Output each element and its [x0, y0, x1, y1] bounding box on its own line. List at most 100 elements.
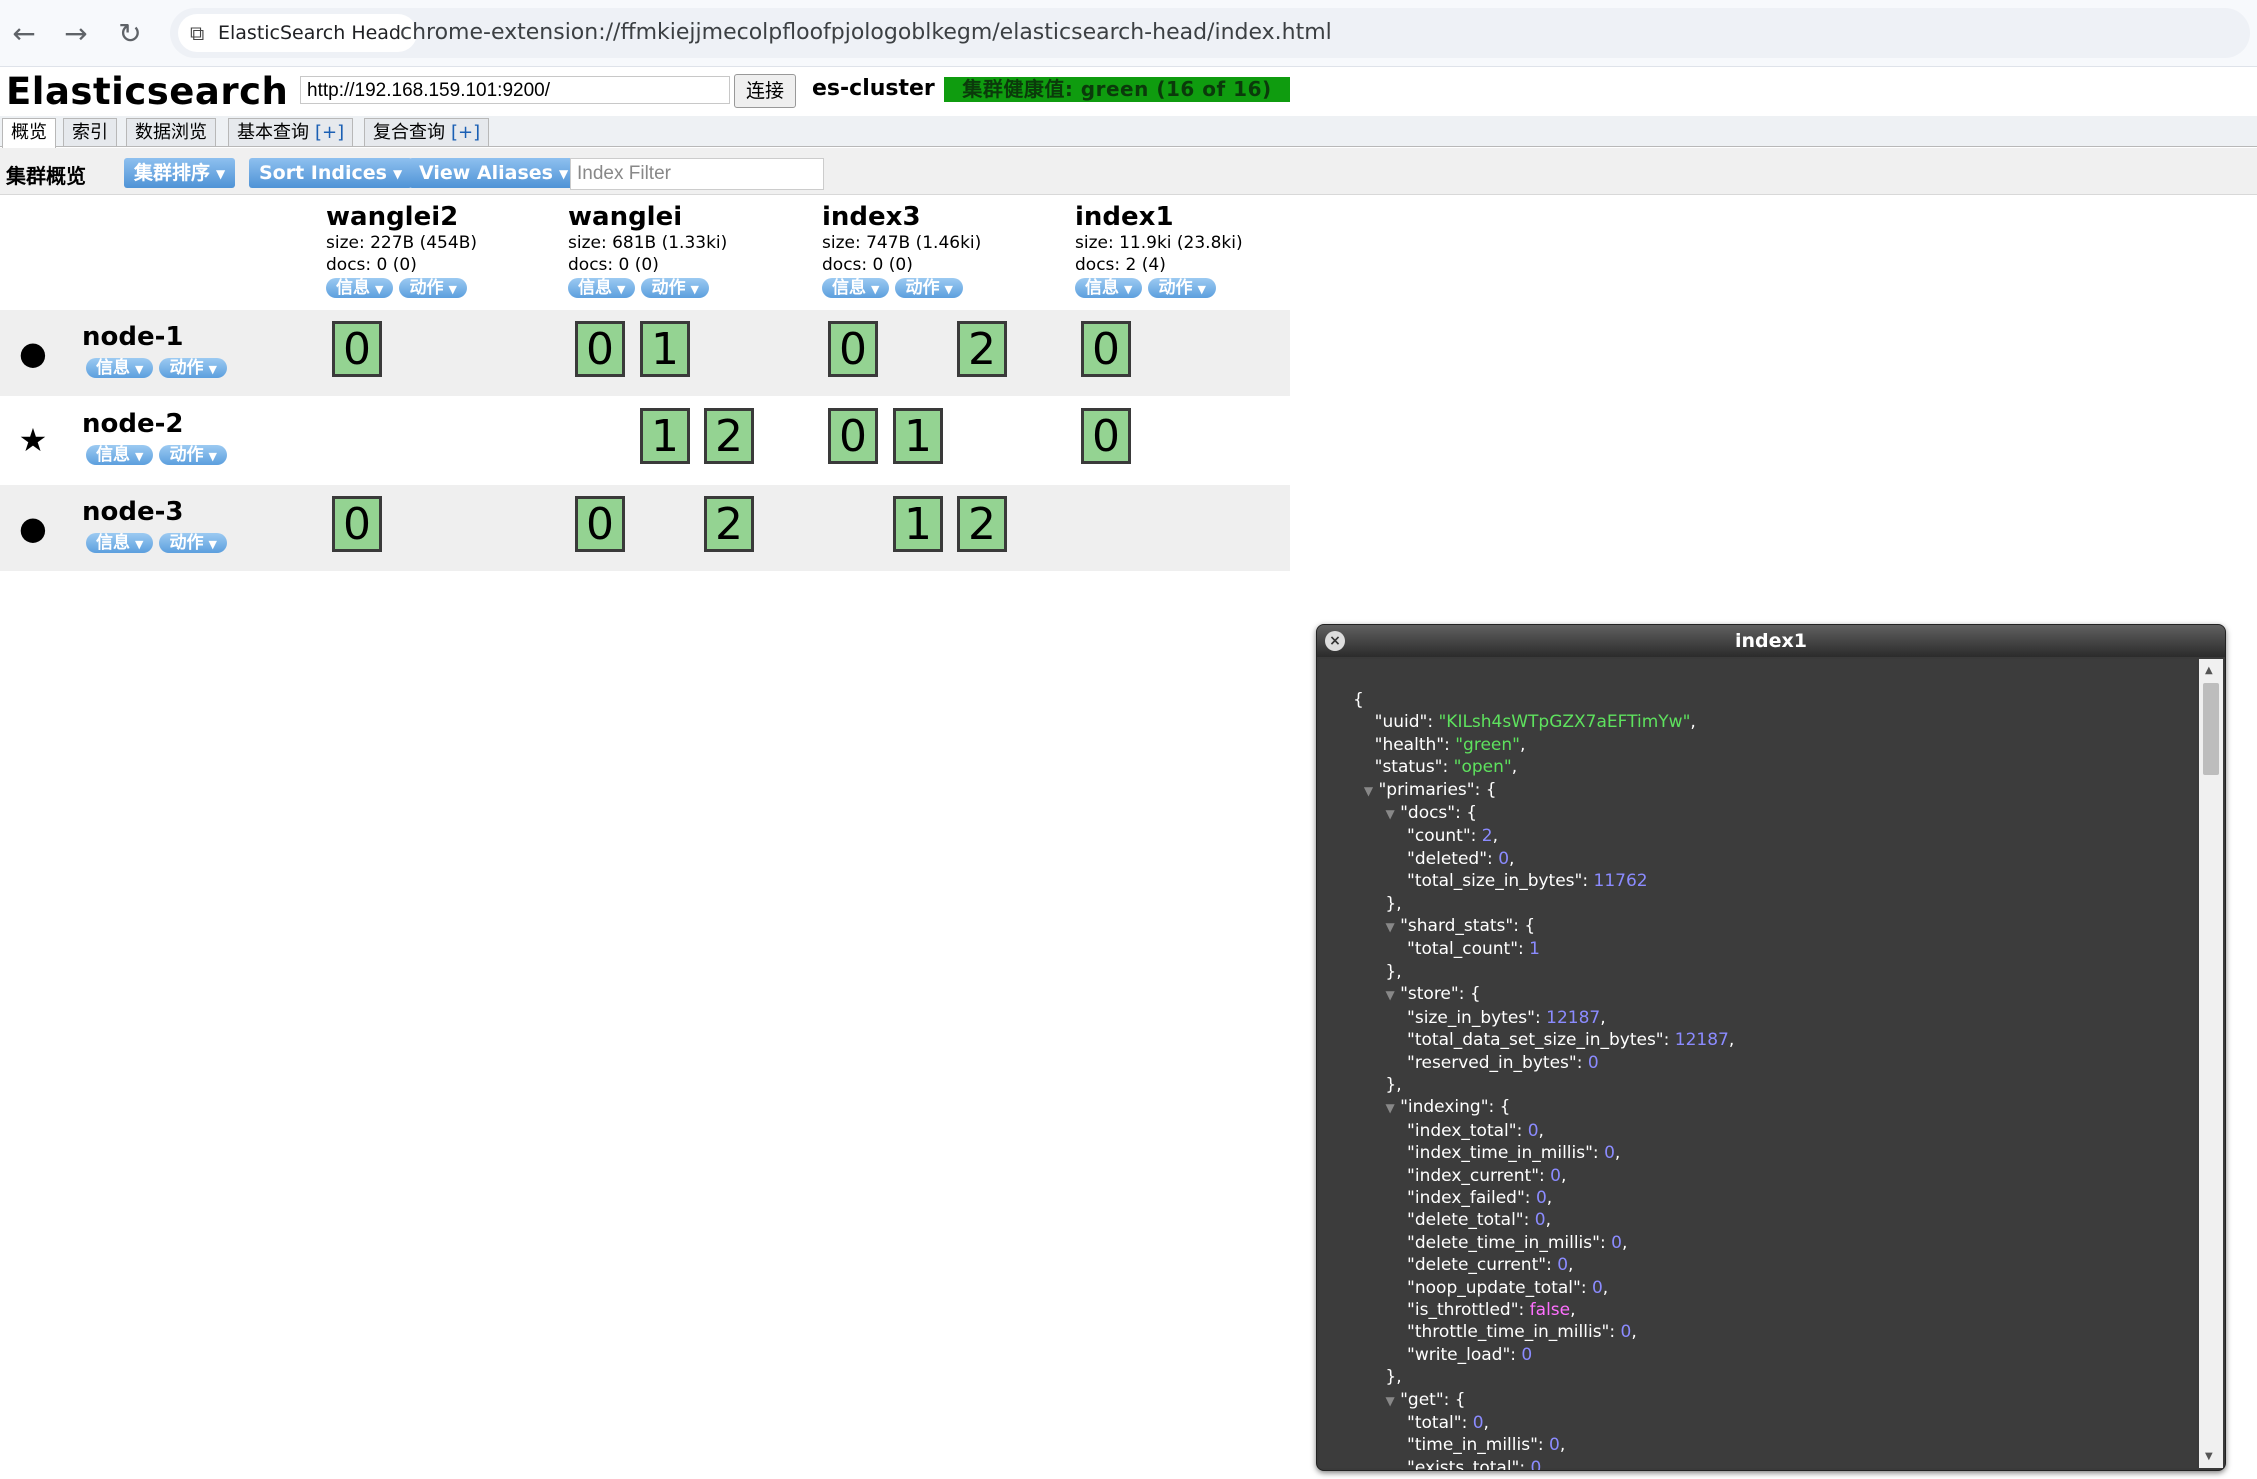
scroll-up-icon[interactable]: ▲ [2205, 665, 2213, 676]
address-url[interactable]: chrome-extension://ffmkiejjmecolpfloofpj… [400, 8, 1332, 58]
index-docs: docs: 2 (4) [1075, 255, 1166, 275]
close-icon[interactable]: × [1325, 631, 1345, 651]
node-name: node-1 [82, 322, 184, 352]
node-dot-icon: ● [19, 334, 47, 372]
app-title: Elasticsearch [6, 70, 289, 113]
node-name: node-3 [82, 497, 184, 527]
caret-down-icon: ▼ [690, 283, 699, 296]
scroll-down-icon[interactable]: ▼ [2205, 1451, 2213, 1462]
caret-down-icon: ▼ [617, 283, 626, 296]
json-value: 0 [1620, 1322, 1632, 1343]
index-name: index3 [822, 202, 921, 232]
address-bar[interactable]: ⧉ ElasticSearch Head chrome-extension://… [170, 8, 2250, 58]
json-value: 0 [1557, 1255, 1569, 1276]
cluster-url-input[interactable]: http://192.168.159.101:9200/ [300, 76, 730, 104]
shard-box[interactable]: 1 [893, 408, 943, 464]
add-tab-link[interactable]: [+] [315, 122, 344, 143]
tab-browser[interactable]: 数据浏览 [126, 118, 216, 146]
caret-down-icon: ▼ [135, 450, 144, 463]
tab-bar: 概览 索引 数据浏览 基本查询 [+] 复合查询 [+] [0, 116, 2257, 148]
collapse-triangle-icon[interactable]: ▼ [1385, 1394, 1394, 1408]
caret-down-icon: ▼ [871, 283, 880, 296]
shard-box[interactable]: 0 [1081, 408, 1131, 464]
collapse-triangle-icon[interactable]: ▼ [1364, 784, 1373, 798]
info-button[interactable]: 信息 ▼ [1075, 278, 1143, 298]
json-value: open [1461, 757, 1504, 778]
json-value: 0 [1611, 1232, 1622, 1253]
json-viewer: { "uuid": "KILsh4sWTpGZX7aEFTimYw", "hea… [1319, 659, 2197, 1470]
shard-box[interactable]: 2 [957, 496, 1007, 552]
collapse-triangle-icon[interactable]: ▼ [1385, 988, 1394, 1002]
shard-box[interactable]: 1 [640, 408, 690, 464]
sort-indices-button[interactable]: Sort Indices ▼ [249, 158, 413, 188]
info-button[interactable]: 信息 ▼ [326, 278, 394, 298]
master-star-icon: ★ [18, 421, 48, 459]
shard-box[interactable]: 0 [1081, 321, 1131, 377]
action-button[interactable]: 动作 ▼ [895, 278, 963, 298]
shard-box[interactable]: 2 [704, 408, 754, 464]
index-header-wanglei: wanglei size: 681B (1.33ki) docs: 0 (0) … [568, 202, 808, 298]
pill-label: 信息 [96, 445, 130, 465]
index-name: wanglei [568, 202, 683, 232]
json-value: 0 [1549, 1435, 1560, 1456]
shard-box[interactable]: 1 [640, 321, 690, 377]
tab-basic-query[interactable]: 基本查询 [+] [228, 118, 354, 146]
info-button[interactable]: 信息 ▼ [86, 445, 154, 465]
collapse-triangle-icon[interactable]: ▼ [1385, 807, 1394, 821]
tab-label: 复合查询 [373, 122, 445, 143]
action-button[interactable]: 动作 ▼ [399, 278, 467, 298]
shard-box[interactable]: 0 [828, 321, 878, 377]
pill-label: 动作 [905, 278, 940, 298]
dialog-scrollbar[interactable]: ▲ ▼ [2199, 659, 2223, 1468]
scroll-thumb[interactable] [2203, 683, 2219, 775]
info-button[interactable]: 信息 ▼ [568, 278, 636, 298]
shard-box[interactable]: 2 [704, 496, 754, 552]
action-button[interactable]: 动作 ▼ [159, 445, 227, 465]
collapse-triangle-icon[interactable]: ▼ [1385, 920, 1394, 934]
info-button[interactable]: 信息 ▼ [86, 358, 154, 378]
connect-button[interactable]: 连接 [734, 74, 796, 108]
tab-label: 基本查询 [237, 122, 309, 143]
index-filter-input[interactable]: Index Filter [570, 158, 824, 190]
caret-down-icon: ▼ [1197, 283, 1206, 296]
shard-box[interactable]: 0 [332, 321, 382, 377]
tab-label: 索引 [72, 122, 108, 143]
shard-box[interactable]: 0 [575, 496, 625, 552]
caret-down-icon: ▼ [216, 166, 226, 181]
tab-overview[interactable]: 概览 [2, 118, 56, 148]
collapse-triangle-icon[interactable]: ▼ [1385, 1101, 1394, 1115]
forward-icon[interactable]: → [56, 14, 96, 54]
action-button[interactable]: 动作 ▼ [159, 533, 227, 553]
shard-box[interactable]: 2 [957, 321, 1007, 377]
json-value: 0 [1534, 1210, 1546, 1231]
add-tab-link[interactable]: [+] [451, 122, 480, 143]
view-aliases-button[interactable]: View Aliases ▼ [409, 158, 579, 188]
extension-chip[interactable]: ⧉ ElasticSearch Head [178, 14, 417, 52]
tab-complex-query[interactable]: 复合查询 [+] [364, 118, 490, 146]
back-icon[interactable]: ← [4, 14, 44, 54]
shard-box[interactable]: 0 [332, 496, 382, 552]
shard-box[interactable]: 0 [575, 321, 625, 377]
pill-label: 信息 [96, 358, 130, 378]
sort-cluster-button[interactable]: 集群排序 ▼ [124, 158, 236, 188]
node-name: node-2 [82, 409, 184, 439]
index-name: index1 [1075, 202, 1174, 232]
json-value: green [1463, 734, 1513, 755]
reload-icon[interactable]: ↻ [110, 14, 150, 54]
pill-label: 动作 [1158, 278, 1193, 298]
json-value: 0 [1472, 1413, 1484, 1433]
shard-box[interactable]: 1 [893, 496, 943, 552]
json-value: 12187 [1546, 1007, 1601, 1028]
shard-box[interactable]: 0 [828, 408, 878, 464]
tab-indices[interactable]: 索引 [63, 118, 117, 146]
json-value: false [1529, 1299, 1571, 1320]
dialog-titlebar[interactable]: × index1 [1317, 625, 2225, 657]
action-button[interactable]: 动作 ▼ [159, 358, 227, 378]
info-button[interactable]: 信息 ▼ [822, 278, 890, 298]
index-header-index3: index3 size: 747B (1.46ki) docs: 0 (0) 信… [822, 202, 1062, 298]
action-button[interactable]: 动作 ▼ [1148, 278, 1216, 298]
caret-down-icon: ▼ [135, 363, 144, 376]
info-button[interactable]: 信息 ▼ [86, 533, 154, 553]
json-value: 0 [1591, 1277, 1603, 1298]
action-button[interactable]: 动作 ▼ [641, 278, 709, 298]
